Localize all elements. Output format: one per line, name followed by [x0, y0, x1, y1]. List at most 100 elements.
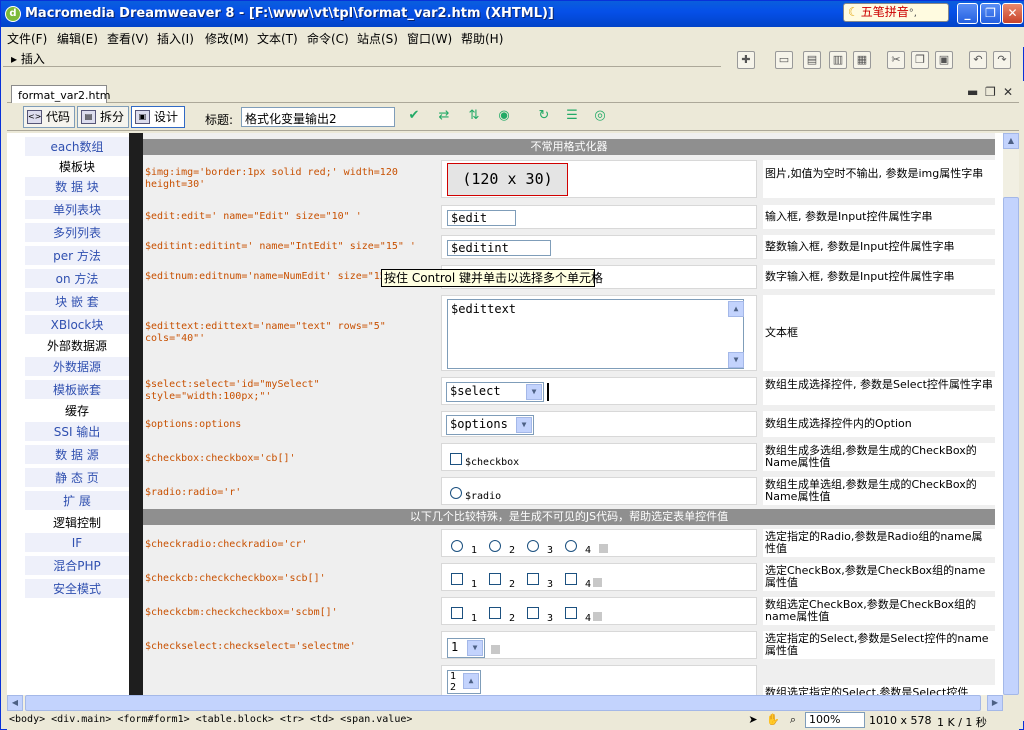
checkbox[interactable]	[489, 607, 501, 619]
menu-commands[interactable]: 命令(C)	[307, 30, 349, 47]
doc-minimize-icon[interactable]: ▬	[967, 85, 978, 99]
menu-help[interactable]: 帮助(H)	[461, 30, 503, 47]
print-icon[interactable]: ▦	[853, 51, 871, 69]
panel-collapse-strip[interactable]	[1019, 81, 1024, 721]
sidebar-item[interactable]: 数 据 源	[25, 445, 129, 465]
image-placeholder[interactable]: (120 x 30)	[447, 163, 568, 196]
save-icon[interactable]: ▤	[803, 51, 821, 69]
sidebar-item[interactable]: 扩 展	[25, 491, 129, 511]
checkbox[interactable]	[565, 607, 577, 619]
tag-selector[interactable]: <body> <div.main> <form#form1> <table.bl…	[9, 714, 412, 725]
menu-view[interactable]: 查看(V)	[107, 30, 149, 47]
window-size[interactable]: 1010 x 578	[869, 714, 932, 727]
checkbox[interactable]	[527, 573, 539, 585]
scroll-right-icon[interactable]: ▶	[987, 695, 1003, 711]
code-cell: $radio:radio='r'	[145, 487, 242, 498]
edittext-textarea[interactable]: $edittext ▲ ▼	[447, 299, 744, 369]
vertical-scrollbar[interactable]: ▲	[1003, 133, 1019, 695]
sidebar-item[interactable]: XBlock块	[25, 315, 129, 335]
sidebar-item[interactable]: per 方法	[25, 246, 129, 266]
minimize-button[interactable]: _	[957, 3, 978, 24]
page-title-input[interactable]: 格式化变量输出2	[241, 107, 395, 127]
options-dropdown[interactable]: $options ▼	[446, 415, 534, 435]
ime-indicator[interactable]: ☾ 五笔拼音°,	[843, 3, 949, 22]
scroll-up-icon[interactable]: ▲	[728, 301, 744, 317]
menu-edit[interactable]: 编辑(E)	[57, 30, 98, 47]
radio-button[interactable]	[451, 540, 463, 552]
document-tab[interactable]: format_var2.htm	[11, 85, 110, 104]
scroll-down-icon[interactable]: ▼	[728, 352, 744, 368]
paste-icon[interactable]: ▣	[935, 51, 953, 69]
open-folder-icon[interactable]: ▭	[775, 51, 793, 69]
zoom-tool-icon[interactable]: ⌕	[785, 713, 801, 729]
checkbox[interactable]	[489, 573, 501, 585]
refresh-icon[interactable]: ↻	[531, 108, 557, 126]
sidebar-item[interactable]: 静 态 页	[25, 468, 129, 488]
split-view-button[interactable]: ▤ 拆分	[77, 106, 129, 128]
sidebar-item[interactable]: 数 据 块	[25, 177, 129, 197]
table-row: $editint:editint=' name="IntEdit" size="…	[143, 233, 995, 261]
upload-icon[interactable]: ⇅	[461, 108, 487, 126]
checkbox[interactable]	[451, 573, 463, 585]
undo-icon[interactable]: ↶	[969, 51, 987, 69]
radio-button[interactable]	[450, 487, 462, 499]
checkbox[interactable]	[451, 607, 463, 619]
checkselect-value: 1	[451, 640, 459, 654]
maximize-button[interactable]: ❐	[980, 3, 1001, 24]
close-button[interactable]: ✕	[1002, 3, 1023, 24]
horizontal-scrollbar[interactable]: ◀ ▶	[7, 695, 1003, 711]
sidebar-item[interactable]: 模板嵌套	[25, 380, 129, 400]
scrollbar-thumb[interactable]	[1003, 197, 1019, 695]
hand-tool-icon[interactable]: ✋	[765, 713, 781, 729]
sidebar-item[interactable]: 混合PHP	[25, 556, 129, 576]
menu-insert[interactable]: 插入(I)	[157, 30, 194, 47]
select-dropdown[interactable]: $select ▼	[446, 382, 544, 402]
multiselect-list[interactable]: 1 2 ▲	[447, 670, 481, 694]
redo-icon[interactable]: ↷	[993, 51, 1011, 69]
preview-globe-icon[interactable]: ◉	[491, 108, 517, 126]
checkbox[interactable]	[450, 453, 462, 465]
sidebar-item[interactable]: 单列表块	[25, 200, 129, 220]
checkbox[interactable]	[527, 607, 539, 619]
sidebar-item[interactable]: each数组	[25, 137, 129, 157]
sidebar-item[interactable]: SSI 输出	[25, 422, 129, 442]
cut-icon[interactable]: ✂	[887, 51, 905, 69]
scroll-up-icon[interactable]: ▲	[1003, 133, 1019, 149]
new-file-icon[interactable]: ✚	[737, 51, 755, 69]
sidebar-item[interactable]: 外数据源	[25, 357, 129, 377]
download-size: 1 K / 1 秒	[937, 716, 987, 729]
file-management-icon[interactable]: ⇄	[431, 108, 457, 126]
code-view-icon: <>	[27, 110, 42, 124]
sidebar-item[interactable]: 块 嵌 套	[25, 292, 129, 312]
edit-input[interactable]: $edit	[447, 210, 516, 226]
scroll-left-icon[interactable]: ◀	[7, 695, 23, 711]
validate-icon[interactable]: ✔	[401, 108, 427, 126]
view-options-icon[interactable]: ☰	[559, 108, 585, 126]
doc-restore-icon[interactable]: ❐	[985, 85, 996, 99]
sidebar-item[interactable]: 多列列表	[25, 223, 129, 243]
visual-aids-icon[interactable]: ◎	[587, 108, 613, 126]
menu-site[interactable]: 站点(S)	[357, 30, 398, 47]
sidebar-item[interactable]: on 方法	[25, 269, 129, 289]
checkselect-dropdown[interactable]: 1 ▼	[447, 638, 485, 658]
copy-icon[interactable]: ❐	[911, 51, 929, 69]
radio-button[interactable]	[527, 540, 539, 552]
checkbox[interactable]	[565, 573, 577, 585]
menu-file[interactable]: 文件(F)	[7, 30, 47, 47]
scrollbar-thumb[interactable]	[25, 695, 981, 711]
editint-input[interactable]: $editint	[447, 240, 551, 256]
menu-window[interactable]: 窗口(W)	[407, 30, 452, 47]
sidebar-item[interactable]: 安全模式	[25, 579, 129, 599]
menu-text[interactable]: 文本(T)	[257, 30, 298, 47]
sidebar-item[interactable]: IF	[25, 533, 129, 553]
doc-close-icon[interactable]: ✕	[1003, 85, 1013, 99]
radio-button[interactable]	[565, 540, 577, 552]
pointer-tool-icon[interactable]: ➤	[745, 713, 761, 729]
zoom-select[interactable]: 100%	[805, 712, 865, 728]
radio-button[interactable]	[489, 540, 501, 552]
save-all-icon[interactable]: ▥	[829, 51, 847, 69]
menu-modify[interactable]: 修改(M)	[205, 30, 249, 47]
design-view-button[interactable]: ▣ 设计	[131, 106, 185, 128]
insert-bar[interactable]: ▸ 插入	[3, 47, 721, 67]
code-view-button[interactable]: <> 代码	[23, 106, 75, 128]
